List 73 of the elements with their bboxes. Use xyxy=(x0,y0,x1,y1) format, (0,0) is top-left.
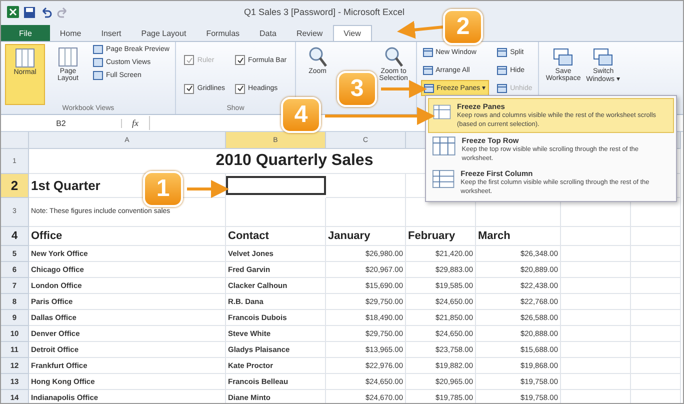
empty-cell[interactable] xyxy=(561,326,631,342)
empty-cell[interactable] xyxy=(631,246,681,262)
row-header[interactable]: 2 xyxy=(1,174,29,198)
empty-cell[interactable] xyxy=(561,374,631,390)
window-icon xyxy=(424,84,434,92)
window-icon xyxy=(422,48,433,56)
step-badge: 2 xyxy=(443,9,483,45)
grid-icon xyxy=(432,169,455,189)
excel-logo-icon xyxy=(7,6,19,18)
ribbon-tab[interactable]: Data xyxy=(250,25,286,41)
empty-cell[interactable] xyxy=(326,198,406,227)
empty-cell[interactable] xyxy=(561,294,631,310)
select-all-corner[interactable] xyxy=(1,132,29,149)
window-icon xyxy=(422,66,433,74)
callout-arrow xyxy=(397,20,444,39)
window-icon xyxy=(497,84,508,92)
active-cell[interactable] xyxy=(226,176,326,195)
magnifier-icon xyxy=(308,46,328,68)
empty-cell[interactable] xyxy=(561,310,631,326)
empty-cell[interactable] xyxy=(631,278,681,294)
grid-icon xyxy=(432,136,456,156)
check-icon xyxy=(236,85,244,92)
grid-icon xyxy=(433,102,451,122)
function-label[interactable]: fx xyxy=(122,118,148,128)
empty-cell[interactable] xyxy=(226,198,326,227)
table-cell: March xyxy=(476,227,561,246)
empty-cell[interactable] xyxy=(561,342,631,358)
windows-icon xyxy=(592,46,614,68)
windows-icon xyxy=(552,46,574,68)
empty-cell[interactable] xyxy=(561,227,631,246)
name-box[interactable]: B2 xyxy=(1,118,122,128)
check-icon xyxy=(236,56,244,64)
empty-cell[interactable] xyxy=(631,227,681,246)
empty-cell[interactable] xyxy=(631,342,681,358)
ribbon-tab[interactable]: Insert xyxy=(91,25,132,41)
empty-cell[interactable] xyxy=(326,174,406,198)
step-badge: 4 xyxy=(281,97,321,133)
file-tab[interactable]: File xyxy=(1,25,50,41)
empty-cell[interactable] xyxy=(561,246,631,262)
table-cell: Office xyxy=(29,227,226,246)
empty-cell[interactable] xyxy=(631,294,681,310)
ribbon-tab[interactable]: Home xyxy=(50,25,92,41)
empty-cell[interactable] xyxy=(561,358,631,374)
step-badge: 3 xyxy=(337,71,377,107)
window-icon xyxy=(497,48,508,56)
empty-cell[interactable] xyxy=(561,278,631,294)
table-cell: January xyxy=(326,227,406,246)
check-icon xyxy=(186,56,193,64)
ribbon-tab[interactable]: Page Layout xyxy=(131,25,196,41)
step-badge: 1 xyxy=(143,171,183,207)
page-icon xyxy=(14,47,36,69)
check-icon xyxy=(186,85,193,92)
table-cell: February xyxy=(406,227,476,246)
empty-cell[interactable] xyxy=(561,262,631,278)
ribbon-tab[interactable]: Formulas xyxy=(196,25,250,41)
callout-arrow xyxy=(187,180,229,198)
page-icon xyxy=(57,46,79,68)
empty-cell[interactable] xyxy=(631,310,681,326)
redo-icon[interactable] xyxy=(57,6,69,18)
ribbon-tab[interactable]: Review xyxy=(286,25,333,41)
empty-cell[interactable] xyxy=(631,262,681,278)
ribbon-tab[interactable]: View xyxy=(332,25,372,41)
empty-cell[interactable] xyxy=(631,326,681,342)
callout-arrow xyxy=(381,80,427,98)
save-icon[interactable] xyxy=(24,6,35,18)
undo-icon[interactable] xyxy=(40,6,52,18)
empty-cell[interactable] xyxy=(631,358,681,374)
row-header[interactable]: 4 xyxy=(1,227,29,246)
magnifier-icon xyxy=(384,46,404,68)
window-icon xyxy=(497,66,508,74)
window-title: Q1 Sales 3 [Password] - Microsoft Excel xyxy=(244,7,405,17)
table-cell: Contact xyxy=(226,227,326,246)
empty-cell[interactable] xyxy=(631,374,681,390)
